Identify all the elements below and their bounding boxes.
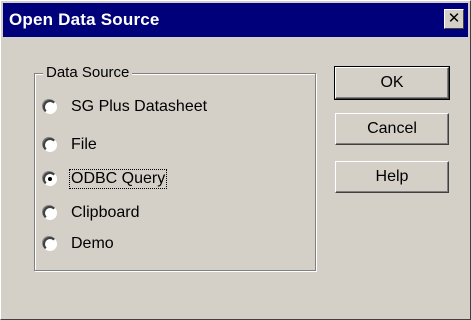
open-data-source-dialog: Open Data Source ✕ Data Source SG Plus D… <box>0 0 471 320</box>
radio-label: Clipboard <box>71 204 140 221</box>
ok-button[interactable]: OK <box>334 66 450 100</box>
radio-label: SG Plus Datasheet <box>71 98 208 115</box>
radio-option-sg-plus-datasheet[interactable]: SG Plus Datasheet <box>43 96 208 118</box>
help-button[interactable]: Help <box>335 161 449 193</box>
close-icon: ✕ <box>447 10 461 27</box>
radio-option-clipboard[interactable]: Clipboard <box>43 202 140 224</box>
data-source-groupbox: Data Source SG Plus Datasheet File ODBC … <box>34 64 316 271</box>
radio-button[interactable] <box>43 237 57 251</box>
radio-button-selected[interactable] <box>43 172 57 186</box>
close-button[interactable]: ✕ <box>444 9 464 29</box>
radio-button[interactable] <box>43 100 57 114</box>
window-title: Open Data Source <box>9 10 160 29</box>
title-bar[interactable]: Open Data Source ✕ <box>3 3 468 37</box>
radio-label: ODBC Query <box>68 169 168 189</box>
radio-option-odbc-query[interactable]: ODBC Query <box>43 168 168 190</box>
radio-option-file[interactable]: File <box>43 134 98 156</box>
radio-option-demo[interactable]: Demo <box>43 233 115 255</box>
cancel-button[interactable]: Cancel <box>335 113 449 145</box>
radio-button[interactable] <box>43 138 57 152</box>
data-source-group-label: Data Source <box>43 64 133 81</box>
radio-button[interactable] <box>43 206 57 220</box>
radio-label: File <box>71 136 97 153</box>
radio-label: Demo <box>71 235 114 252</box>
